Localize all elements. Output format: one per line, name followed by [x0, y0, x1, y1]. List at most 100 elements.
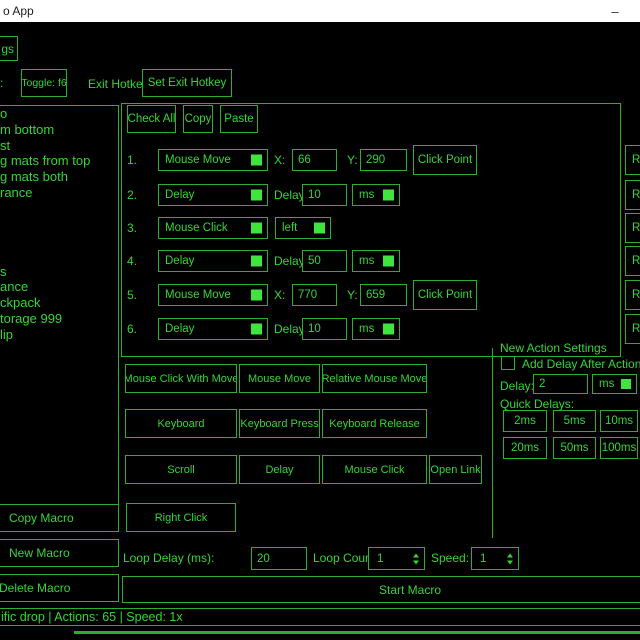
toggle-hotkey-button[interactable]: Toggle: f6 [21, 69, 67, 97]
y-input[interactable]: 290 [360, 149, 407, 171]
delete-macro-button[interactable]: Delete Macro [0, 574, 119, 602]
remove-button[interactable]: R [625, 246, 640, 276]
spinner-arrows-icon[interactable] [413, 553, 419, 564]
remove-button[interactable]: R [625, 213, 640, 243]
quick-delay-50ms-button[interactable]: 50ms [553, 437, 596, 459]
hotkey-label-fragment: : [0, 76, 3, 90]
x-label: X: [274, 288, 285, 302]
macro-list-item[interactable]: ance [0, 279, 118, 295]
scroll-button[interactable]: Scroll [125, 455, 237, 484]
add-delay-checkbox[interactable] [501, 356, 515, 370]
y-input[interactable]: 659 [360, 284, 407, 306]
macro-list-item[interactable]: ckpack [0, 295, 118, 311]
loop-count-spinner[interactable]: 1 [368, 547, 425, 570]
quick-delays-label: Quick Delays: [500, 397, 574, 411]
right-click-button[interactable]: Right Click [126, 503, 236, 532]
macro-list-item[interactable]: st [0, 138, 118, 154]
macro-list-item[interactable] [0, 201, 118, 217]
action-type-value: Delay [165, 255, 194, 267]
start-macro-button[interactable]: Start Macro [122, 576, 640, 603]
delay-input[interactable]: 10 [302, 184, 347, 206]
speed-spinner[interactable]: 1 [471, 547, 519, 570]
copy-button[interactable]: Copy [183, 105, 213, 133]
relative-mouse-move-button[interactable]: Relative Mouse Move [322, 364, 427, 393]
action-type-dropdown[interactable]: Mouse Move [158, 284, 268, 306]
y-label: Y: [347, 153, 358, 167]
quick-delay-20ms-button[interactable]: 20ms [503, 437, 547, 459]
keyboard-press-button[interactable]: Keyboard Press [239, 409, 320, 438]
unit-dropdown[interactable]: ms [352, 318, 400, 340]
settings-button[interactable]: gs [0, 36, 18, 61]
macro-list-item[interactable]: s [0, 264, 118, 280]
new-action-delay-label: Delay: [500, 379, 534, 393]
mouse-click-with-move-button[interactable]: Mouse Click With Move [125, 364, 237, 393]
macro-list-item[interactable] [0, 248, 118, 264]
macro-list-item[interactable]: lip [0, 327, 118, 343]
paste-button[interactable]: Paste [220, 105, 258, 133]
copy-macro-button[interactable]: Copy Macro [0, 504, 119, 532]
remove-button[interactable]: R [625, 314, 640, 344]
dropdown-square-icon [383, 190, 394, 201]
window-title: o App [3, 4, 34, 18]
remove-button[interactable]: R [625, 145, 640, 175]
action-type-dropdown[interactable]: Delay [158, 184, 268, 206]
new-action-unit-dropdown[interactable]: ms [592, 374, 637, 394]
click-point-button[interactable]: Click Point [413, 145, 477, 175]
delay-button[interactable]: Delay [239, 455, 320, 484]
macro-list-item[interactable]: g mats both [0, 169, 118, 185]
minimize-button[interactable]: – [598, 0, 632, 22]
keyboard-button[interactable]: Keyboard [125, 409, 237, 438]
action-type-dropdown[interactable]: Delay [158, 250, 268, 272]
x-input[interactable]: 770 [292, 284, 337, 306]
open-link-button[interactable]: Open Link [429, 455, 482, 484]
action-type-dropdown[interactable]: Mouse Move [158, 149, 268, 171]
macro-list-item[interactable]: o [0, 106, 118, 122]
delay-input[interactable]: 50 [302, 250, 347, 272]
new-macro-button[interactable]: New Macro [0, 539, 119, 567]
new-action-delay-input[interactable]: 2 [533, 374, 588, 394]
set-exit-hotkey-button[interactable]: Set Exit Hotkey [142, 69, 232, 97]
titlebar [0, 0, 640, 22]
dropdown-square-icon [383, 324, 394, 335]
mouse-button-dropdown[interactable]: left [275, 217, 331, 239]
action-type-dropdown[interactable]: Delay [158, 318, 268, 340]
quick-delay-100ms-button[interactable]: 100ms [600, 437, 638, 459]
mouse-move-button[interactable]: Mouse Move [239, 364, 320, 393]
dropdown-square-icon [251, 190, 262, 201]
unit-dropdown[interactable]: ms [352, 184, 400, 206]
row-number: 2. [127, 188, 137, 202]
spinner-arrows-icon[interactable] [507, 553, 513, 564]
macro-list-item[interactable] [0, 216, 118, 232]
check-all-button[interactable]: Check All [127, 105, 176, 133]
loop-count-value: 1 [377, 553, 383, 565]
keyboard-release-button[interactable]: Keyboard Release [322, 409, 427, 438]
x-input[interactable]: 66 [292, 149, 337, 171]
remove-button[interactable]: R [625, 280, 640, 310]
dropdown-square-icon [251, 256, 262, 267]
action-type-value: Mouse Click [165, 222, 228, 234]
unit-value: ms [599, 378, 614, 390]
y-label: Y: [347, 288, 358, 302]
dropdown-square-icon [251, 290, 262, 301]
quick-delay-2ms-button[interactable]: 2ms [503, 410, 547, 432]
mouse-click-button[interactable]: Mouse Click [322, 455, 427, 484]
macro-list-item[interactable]: m bottom [0, 122, 118, 138]
row-number: 6. [127, 322, 137, 336]
status-bar: ific drop | Actions: 65 | Speed: 1x [0, 608, 640, 626]
unit-value: ms [359, 323, 374, 335]
macro-list-item[interactable]: g mats from top [0, 153, 118, 169]
macro-list: o m bottom st g mats from top g mats bot… [0, 106, 118, 503]
remove-button[interactable]: R [625, 180, 640, 210]
quick-delay-5ms-button[interactable]: 5ms [553, 410, 596, 432]
unit-dropdown[interactable]: ms [352, 250, 400, 272]
row-number: 3. [127, 221, 137, 235]
speed-label: Speed: [431, 551, 469, 565]
macro-list-item[interactable] [0, 232, 118, 248]
quick-delay-10ms-button[interactable]: 10ms [600, 410, 638, 432]
loop-delay-input[interactable]: 20 [251, 547, 307, 570]
delay-input[interactable]: 10 [302, 318, 347, 340]
action-type-dropdown[interactable]: Mouse Click [158, 217, 268, 239]
macro-list-item[interactable]: rance [0, 185, 118, 201]
macro-list-item[interactable]: torage 999 [0, 311, 118, 327]
click-point-button[interactable]: Click Point [413, 280, 477, 310]
